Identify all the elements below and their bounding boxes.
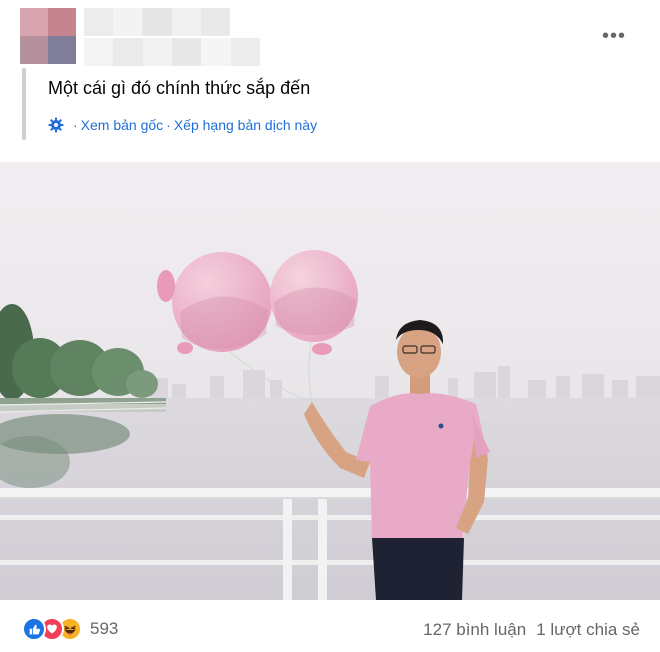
separator: · [166,117,171,133]
reactions[interactable]: 593 [22,617,118,641]
shares-count[interactable]: 1 lượt chia sẻ [536,620,640,639]
post-photo[interactable] [0,162,660,600]
rate-translation-link[interactable]: Xếp hạng bản dịch này [174,117,317,133]
gear-icon[interactable] [48,117,64,133]
separator: · [73,117,78,133]
post-text: Một cái gì đó chính thức sắp đến [48,78,311,98]
like-reaction-icon[interactable] [22,617,46,641]
view-original-link[interactable]: Xem bản gốc [81,117,164,133]
post-stats: 127 bình luận 1 lượt chia sẻ [423,620,640,640]
comments-count[interactable]: 127 bình luận [423,620,526,639]
reaction-count[interactable]: 593 [90,619,118,639]
avatar[interactable] [20,8,76,64]
translation-links: · Xem bản gốc · Xếp hạng bản dịch này [48,117,317,133]
author-name-blurred[interactable] [84,8,231,36]
translation-bar [22,68,26,140]
post-meta-blurred [84,38,260,66]
facebook-post: ••• Một cái gì đó chính thức sắp đến · X… [0,0,660,652]
more-options-icon[interactable]: ••• [602,26,626,46]
